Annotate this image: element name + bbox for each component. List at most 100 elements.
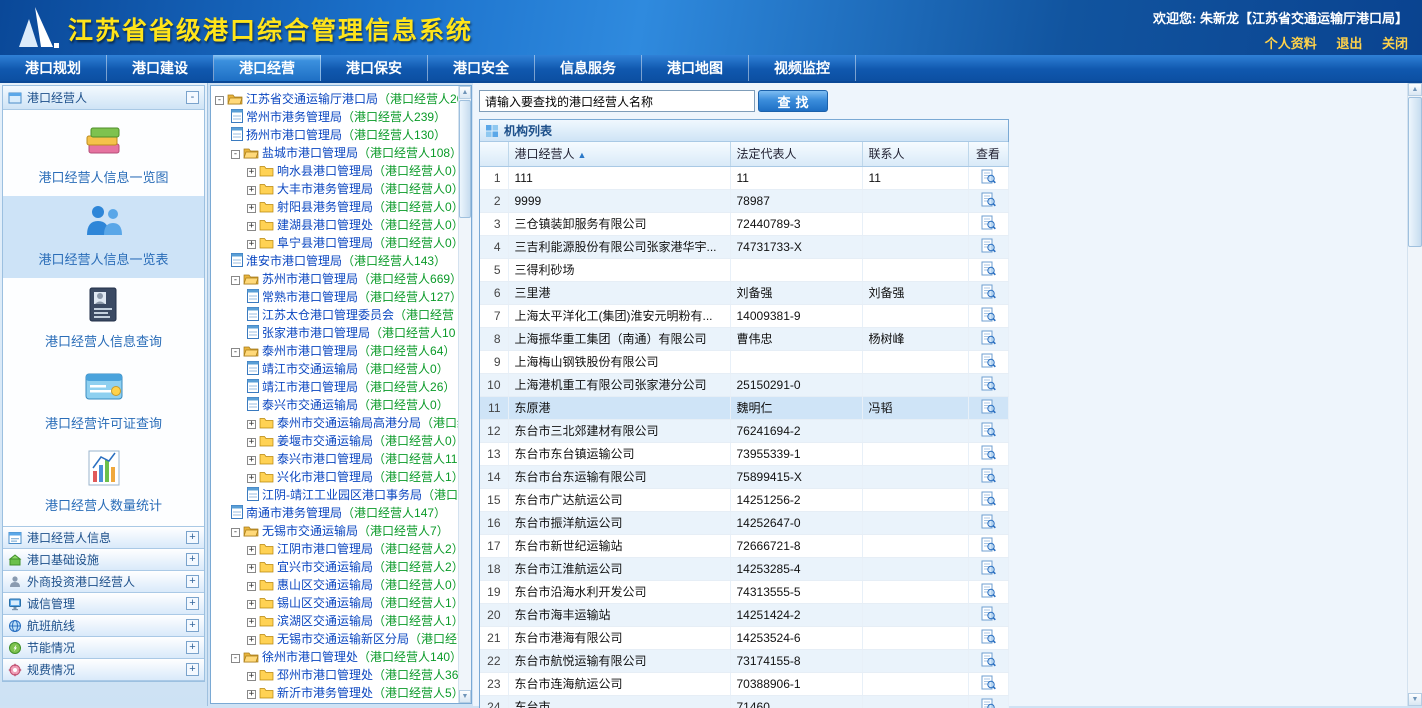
view-detail-icon[interactable] <box>981 468 996 483</box>
table-row[interactable]: 16东台市振洋航运公司14252647-0 <box>480 511 1008 534</box>
expand-icon[interactable]: + <box>247 474 256 483</box>
expand-icon[interactable]: + <box>247 636 256 645</box>
collapse-icon[interactable]: - <box>231 528 240 537</box>
nav-tab[interactable]: 港口保安 <box>321 55 428 81</box>
column-header[interactable]: 联系人 <box>862 142 968 166</box>
tree-scrollbar-thumb[interactable] <box>459 100 471 218</box>
scroll-up-icon[interactable]: ▲ <box>459 86 471 99</box>
operator-search-input[interactable] <box>479 90 755 112</box>
expand-icon[interactable]: + <box>247 564 256 573</box>
expand-icon[interactable]: + <box>186 597 199 610</box>
accordion-item[interactable]: 规费情况+ <box>3 659 204 681</box>
view-detail-icon[interactable] <box>981 353 996 368</box>
collapse-icon[interactable]: - <box>231 150 240 159</box>
view-detail-icon[interactable] <box>981 238 996 253</box>
view-detail-icon[interactable] <box>981 606 996 621</box>
tree-node[interactable]: +泰兴市港口管理局（港口经营人11） <box>215 450 458 468</box>
column-header[interactable]: 港口经营人▲ <box>508 142 730 166</box>
table-row[interactable]: 13东台市东台镇运输公司73955339-1 <box>480 442 1008 465</box>
expand-icon[interactable]: + <box>186 531 199 544</box>
table-row[interactable]: 4三吉利能源股份有限公司张家港华宇...74731733-X <box>480 235 1008 258</box>
expand-icon[interactable]: + <box>186 641 199 654</box>
main-scrollbar[interactable]: ▲ ▼ <box>1407 83 1422 706</box>
nav-tab[interactable]: 信息服务 <box>535 55 642 81</box>
sidebar-item[interactable]: 港口经营许可证查询 <box>3 360 204 442</box>
nav-tab[interactable]: 视频监控 <box>749 55 856 81</box>
table-row[interactable]: 10上海港机重工有限公司张家港分公司25150291-0 <box>480 373 1008 396</box>
table-row[interactable]: 21东台市港海有限公司14253524-6 <box>480 626 1008 649</box>
expand-icon[interactable]: + <box>186 619 199 632</box>
tree-node[interactable]: 江苏太仓港口管理委员会（港口经营 <box>215 306 458 324</box>
table-row[interactable]: 24东台市…71460… <box>480 695 1008 708</box>
tree-node[interactable]: +江阴市港口管理局（港口经营人2） <box>215 540 458 558</box>
tree-node[interactable]: 江阴-靖江工业园区港口事务局（港口 <box>215 486 458 504</box>
view-detail-icon[interactable] <box>981 330 996 345</box>
view-detail-icon[interactable] <box>981 675 996 690</box>
collapse-icon[interactable]: - <box>215 96 224 105</box>
expand-icon[interactable]: + <box>247 204 256 213</box>
table-row[interactable]: 20东台市海丰运输站14251424-2 <box>480 603 1008 626</box>
table-row[interactable]: 19东台市沿海水利开发公司74313555-5 <box>480 580 1008 603</box>
view-detail-icon[interactable] <box>981 629 996 644</box>
view-detail-icon[interactable] <box>981 491 996 506</box>
tree-node[interactable]: 泰兴市交通运输局（港口经营人0） <box>215 396 458 414</box>
expand-icon[interactable]: + <box>186 575 199 588</box>
expand-icon[interactable]: + <box>247 438 256 447</box>
tree-node[interactable]: +宜兴市交通运输局（港口经营人2） <box>215 558 458 576</box>
view-detail-icon[interactable] <box>981 215 996 230</box>
expand-icon[interactable]: + <box>247 240 256 249</box>
scroll-down-icon[interactable]: ▼ <box>1408 693 1422 706</box>
tree-node[interactable]: +响水县港口管理局（港口经营人0） <box>215 162 458 180</box>
view-detail-icon[interactable] <box>981 376 996 391</box>
accordion-item[interactable]: 外商投资港口经营人+ <box>3 571 204 593</box>
main-scrollbar-thumb[interactable] <box>1408 97 1422 247</box>
close-link[interactable]: 关闭 <box>1382 36 1408 51</box>
nav-tab[interactable]: 港口建设 <box>107 55 214 81</box>
table-row[interactable]: 2999978987 <box>480 189 1008 212</box>
nav-tab[interactable]: 港口经营 <box>214 55 321 81</box>
view-detail-icon[interactable] <box>981 422 996 437</box>
sidebar-item[interactable]: 港口经营人信息一览图 <box>3 114 204 196</box>
table-row[interactable]: 17东台市新世纪运输站72666721-8 <box>480 534 1008 557</box>
table-row[interactable]: 11东原港魏明仁冯韬 <box>480 396 1008 419</box>
table-row[interactable]: 12东台市三北郊建材有限公司76241694-2 <box>480 419 1008 442</box>
tree-node[interactable]: +姜堰市交通运输局（港口经营人0） <box>215 432 458 450</box>
view-detail-icon[interactable] <box>981 192 996 207</box>
expand-icon[interactable]: + <box>247 420 256 429</box>
tree-node[interactable]: -无锡市交通运输局（港口经营人7） <box>215 522 458 540</box>
profile-link[interactable]: 个人资料 <box>1265 36 1317 51</box>
tree-node[interactable]: +兴化市港口管理局（港口经营人1） <box>215 468 458 486</box>
table-row[interactable]: 6三里港刘备强刘备强 <box>480 281 1008 304</box>
nav-tab[interactable]: 港口安全 <box>428 55 535 81</box>
tree-node[interactable]: +邳州市港口管理处（港口经营人36） <box>215 666 458 684</box>
sidebar-item[interactable]: 港口经营人信息查询 <box>3 278 204 360</box>
expand-icon[interactable]: + <box>247 672 256 681</box>
expand-icon[interactable]: + <box>247 600 256 609</box>
scroll-down-icon[interactable]: ▼ <box>459 690 471 703</box>
view-detail-icon[interactable] <box>981 399 996 414</box>
view-detail-icon[interactable] <box>981 583 996 598</box>
table-row[interactable]: 9上海梅山钢铁股份有限公司 <box>480 350 1008 373</box>
expand-icon[interactable]: + <box>247 618 256 627</box>
tree-node[interactable]: 靖江市交通运输局（港口经营人0） <box>215 360 458 378</box>
scroll-up-icon[interactable]: ▲ <box>1408 83 1422 96</box>
table-row[interactable]: 7上海太平洋化工(集团)淮安元明粉有...14009381-9 <box>480 304 1008 327</box>
tree-node[interactable]: -江苏省交通运输厅港口局（港口经营人200 <box>215 90 458 108</box>
accordion-item[interactable]: 航班航线+ <box>3 615 204 637</box>
table-row[interactable]: 15东台市广达航运公司14251256-2 <box>480 488 1008 511</box>
tree-node[interactable]: -徐州市港口管理处（港口经营人140） <box>215 648 458 666</box>
view-detail-icon[interactable] <box>981 169 996 184</box>
view-detail-icon[interactable] <box>981 445 996 460</box>
expand-icon[interactable]: + <box>186 553 199 566</box>
table-row[interactable]: 23东台市连海航运公司70388906-1 <box>480 672 1008 695</box>
table-row[interactable]: 22东台市航悦运输有限公司73174155-8 <box>480 649 1008 672</box>
expand-icon[interactable]: + <box>247 546 256 555</box>
accordion-item[interactable]: 节能情况+ <box>3 637 204 659</box>
view-detail-icon[interactable] <box>981 261 996 276</box>
tree-node[interactable]: +泰州市交通运输局高港分局（港口经 <box>215 414 458 432</box>
tree-node[interactable]: -盐城市港口管理局（港口经营人108） <box>215 144 458 162</box>
column-header[interactable]: 法定代表人 <box>730 142 862 166</box>
expand-icon[interactable]: + <box>247 456 256 465</box>
tree-scrollbar[interactable]: ▲ ▼ <box>458 86 471 703</box>
nav-tab[interactable]: 港口规划 <box>0 55 107 81</box>
